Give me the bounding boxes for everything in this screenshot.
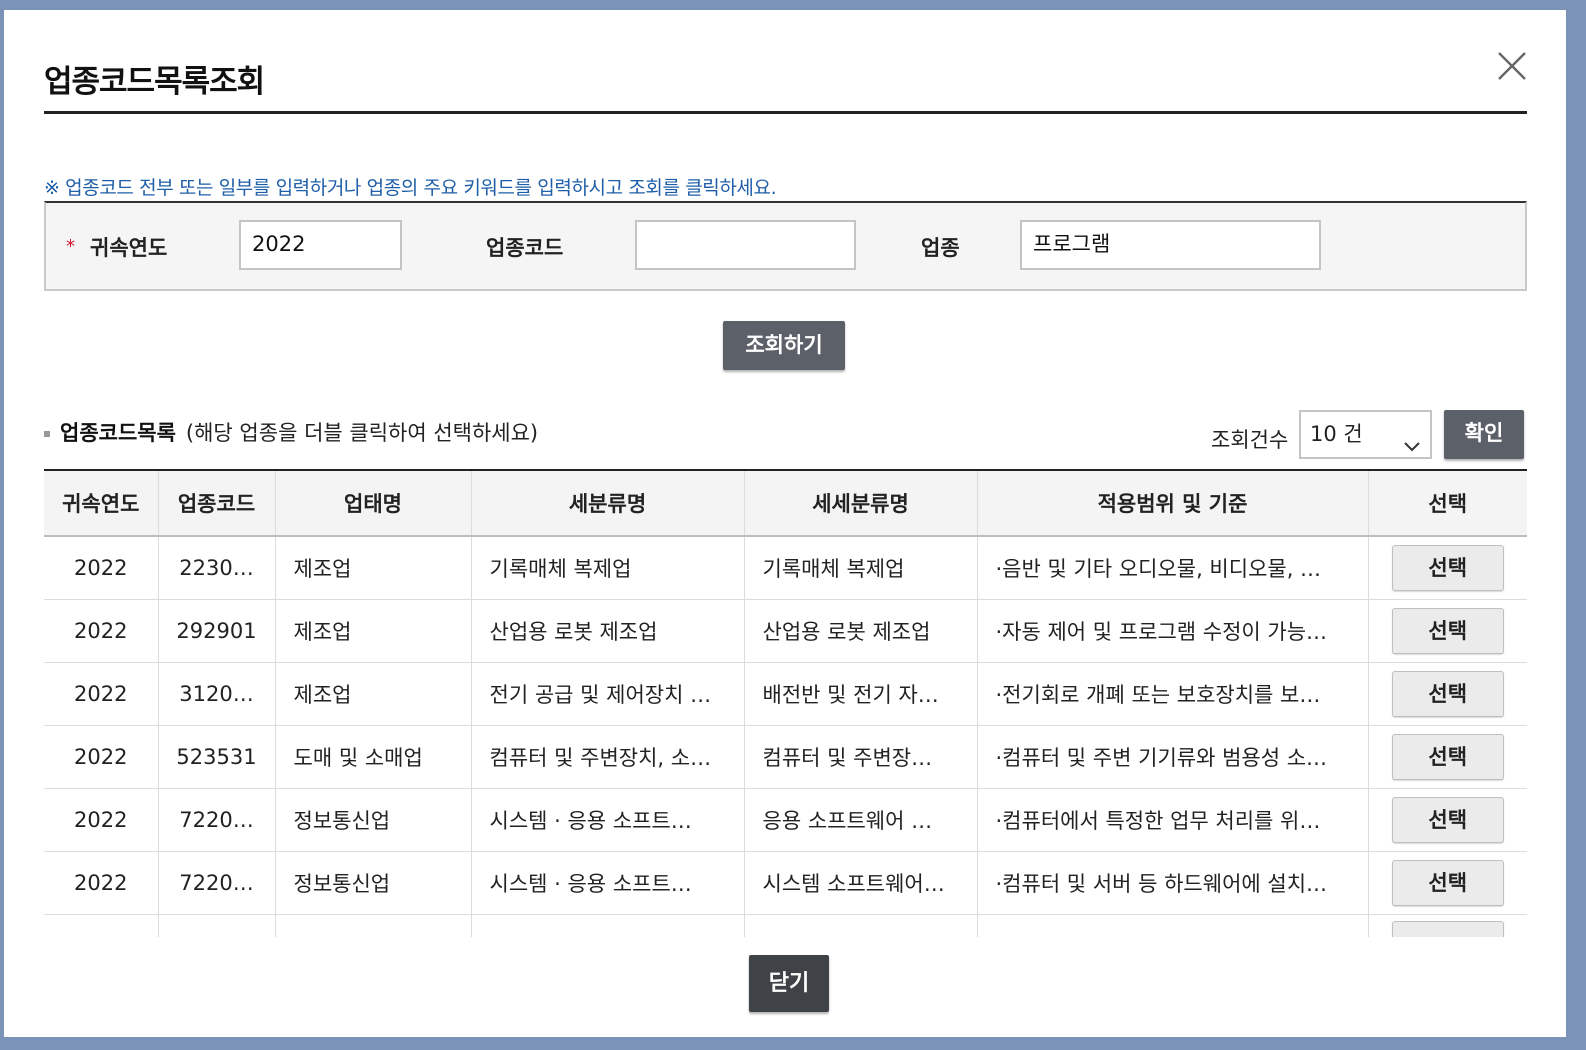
year-label: 귀속연도 (90, 236, 168, 260)
code-input[interactable] (635, 220, 856, 270)
select-button[interactable] (1391, 920, 1504, 937)
select-button[interactable]: 선택 (1391, 734, 1504, 780)
search-button[interactable]: 조회하기 (723, 321, 845, 370)
table-row[interactable]: 2022 3120… 제조업 전기 공급 및 제어장치 … 배전반 및 전기 자… (44, 662, 1527, 726)
table-row[interactable]: 2022 7220… 정보통신업 시스템 · 응용 소프트… 응용 소프트웨어 … (44, 788, 1527, 852)
select-button[interactable]: 선택 (1391, 860, 1504, 906)
cell-scope: ·음반 및 기타 오디오물, 비디오물, … (977, 536, 1369, 600)
cell-business: 도매 및 소매업 (275, 725, 472, 789)
instruction-notice: ※ 업종코드 전부 또는 일부를 입력하거나 업종의 주요 키워드를 입력하시고… (44, 177, 777, 199)
select-button[interactable]: 선택 (1391, 608, 1504, 654)
cell-subclass: 산업용 로봇 제조업 (471, 599, 745, 663)
cell-code: 292901 (158, 599, 276, 663)
list-hint: (해당 업종을 더블 클릭하여 선택하세요) (185, 421, 539, 445)
cell-year: 2022 (44, 662, 159, 726)
cell-scope: ·컴퓨터 및 주변 기기류와 범용성 소… (977, 725, 1369, 789)
cell-detail: 시스템 소프트웨어… (744, 851, 978, 915)
select-button[interactable]: 선택 (1391, 545, 1504, 591)
cell-detail (744, 914, 978, 937)
cell-business: 정보통신업 (275, 788, 472, 852)
cell-subclass (471, 914, 745, 937)
cell-year: 2022 (44, 536, 159, 600)
industry-label: 업종 (921, 236, 960, 260)
cell-subclass: 시스템 · 응용 소프트… (471, 788, 745, 852)
cell-scope (977, 914, 1369, 937)
cell-code: 7220… (158, 851, 276, 915)
list-title: 업종코드목록 (60, 421, 176, 445)
column-header: 선택 (1368, 471, 1527, 537)
confirm-button[interactable]: 확인 (1444, 410, 1524, 459)
table-row[interactable]: 2022 7220… 정보통신업 시스템 · 응용 소프트… 시스템 소프트웨어… (44, 851, 1527, 915)
cell-select: 선택 (1368, 788, 1527, 852)
select-button[interactable]: 선택 (1391, 671, 1504, 717)
cell-year: 2022 (44, 788, 159, 852)
cell-select: 선택 (1368, 662, 1527, 726)
cell-business: 제조업 (275, 536, 472, 600)
industry-input[interactable]: 프로그램 (1020, 220, 1321, 270)
select-button[interactable]: 선택 (1391, 797, 1504, 843)
column-header: 귀속연도 (44, 471, 159, 537)
cell-subclass: 전기 공급 및 제어장치 … (471, 662, 745, 726)
cell-detail: 산업용 로봇 제조업 (744, 599, 978, 663)
count-value: 10 건 (1310, 422, 1363, 446)
cell-subclass: 시스템 · 응용 소프트… (471, 851, 745, 915)
code-label: 업종코드 (486, 236, 564, 260)
count-select[interactable]: 10 건 (1299, 410, 1432, 459)
column-header: 세분류명 (471, 471, 745, 537)
cell-code: 2230… (158, 536, 276, 600)
dialog: 업종코드목록조회 ※ 업종코드 전부 또는 일부를 입력하거나 업종의 주요 키… (4, 10, 1566, 1037)
cell-year: 2022 (44, 599, 159, 663)
required-mark: * (66, 236, 75, 257)
cell-code: 523531 (158, 725, 276, 789)
cell-code: 3120… (158, 662, 276, 726)
cell-detail: 컴퓨터 및 주변장… (744, 725, 978, 789)
cell-select: 선택 (1368, 599, 1527, 663)
cell-business (275, 914, 472, 937)
cell-year: 2022 (44, 725, 159, 789)
column-header: 적용범위 및 기준 (977, 471, 1369, 537)
column-header: 세세분류명 (744, 471, 978, 537)
close-button[interactable]: 닫기 (749, 955, 829, 1012)
cell-year: 2022 (44, 851, 159, 915)
industry-code-table: 귀속연도 업종코드 업태명 세분류명 세세분류명 적용범위 및 기준 선택 20… (44, 469, 1527, 937)
cell-subclass: 컴퓨터 및 주변장치, 소… (471, 725, 745, 789)
cell-business: 제조업 (275, 662, 472, 726)
cell-detail: 배전반 및 전기 자… (744, 662, 978, 726)
dialog-title: 업종코드목록조회 (44, 64, 265, 100)
table-row[interactable]: 2022 2230… 제조업 기록매체 복제업 기록매체 복제업 ·음반 및 기… (44, 536, 1527, 600)
cell-business: 정보통신업 (275, 851, 472, 915)
cell-code (158, 914, 276, 937)
year-input[interactable]: 2022 (239, 220, 402, 270)
column-header: 업태명 (275, 471, 472, 537)
cell-scope: ·컴퓨터에서 특정한 업무 처리를 위… (977, 788, 1369, 852)
cell-detail: 기록매체 복제업 (744, 536, 978, 600)
table-row[interactable]: 2022 292901 제조업 산업용 로봇 제조업 산업용 로봇 제조업 ·자… (44, 599, 1527, 663)
cell-scope: ·자동 제어 및 프로그램 수정이 가능… (977, 599, 1369, 663)
table-row[interactable]: 2022 523531 도매 및 소매업 컴퓨터 및 주변장치, 소… 컴퓨터 … (44, 725, 1527, 789)
cell-code: 7220… (158, 788, 276, 852)
cell-detail: 응용 소프트웨어 … (744, 788, 978, 852)
cell-scope: ·컴퓨터 및 서버 등 하드웨어에 설치… (977, 851, 1369, 915)
bullet-icon (44, 431, 50, 437)
cell-subclass: 기록매체 복제업 (471, 536, 745, 600)
list-header: 업종코드목록 (해당 업종을 더블 클릭하여 선택하세요) (44, 417, 538, 447)
title-divider (44, 111, 1527, 114)
chevron-down-icon (1402, 426, 1422, 452)
cell-select: 선택 (1368, 725, 1527, 789)
cell-scope: ·전기회로 개폐 또는 보호장치를 보… (977, 662, 1369, 726)
cell-select: 선택 (1368, 536, 1527, 600)
cell-year (44, 914, 159, 937)
cell-select: 선택 (1368, 851, 1527, 915)
cell-business: 제조업 (275, 599, 472, 663)
column-header: 업종코드 (158, 471, 276, 537)
count-label: 조회건수 (1211, 428, 1289, 452)
table-header-row: 귀속연도 업종코드 업태명 세분류명 세세분류명 적용범위 및 기준 선택 (44, 471, 1527, 537)
cell-select (1368, 914, 1527, 937)
close-icon[interactable] (1494, 48, 1530, 84)
search-form: * 귀속연도 2022 업종코드 업종 프로그램 (44, 201, 1527, 291)
table-row[interactable] (44, 914, 1527, 937)
